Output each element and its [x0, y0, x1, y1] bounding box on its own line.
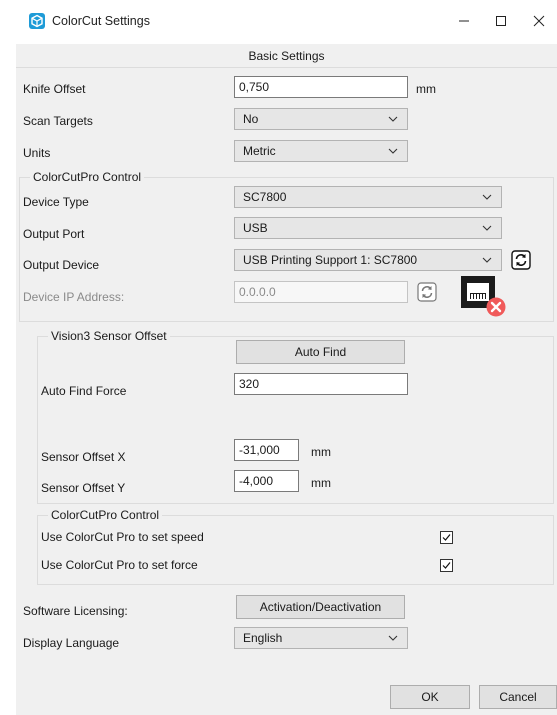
- vision3-sensor-offset-legend: Vision3 Sensor Offset: [48, 329, 170, 343]
- chevron-down-icon: [482, 225, 492, 231]
- chevron-down-icon: [388, 116, 398, 122]
- display-language-value: English: [243, 631, 283, 645]
- chevron-down-icon: [482, 194, 492, 200]
- units-select[interactable]: Metric: [234, 140, 408, 162]
- sensor-offset-x-label: Sensor Offset X: [41, 450, 126, 464]
- device-type-value: SC7800: [243, 190, 287, 204]
- close-icon: [533, 15, 545, 27]
- sensor-offset-y-unit: mm: [311, 476, 331, 490]
- colorcutpro-pro-legend: ColorCutPro Control: [48, 508, 163, 522]
- refresh-ip-icon[interactable]: [416, 281, 438, 303]
- units-label: Units: [23, 146, 51, 160]
- set-speed-checkbox[interactable]: [440, 531, 453, 544]
- app-logo-icon: [29, 13, 45, 29]
- colorcutpro-control-legend: ColorCutPro Control: [30, 170, 145, 184]
- activation-deactivation-button[interactable]: Activation/Deactivation: [236, 595, 405, 619]
- window-title: ColorCut Settings: [52, 14, 150, 28]
- auto-find-button[interactable]: Auto Find: [236, 340, 405, 364]
- device-ip-label: Device IP Address:: [23, 290, 125, 304]
- set-speed-label: Use ColorCut Pro to set speed: [41, 530, 204, 544]
- network-disconnected-icon: [461, 276, 506, 317]
- knife-offset-unit: mm: [416, 82, 436, 96]
- minimize-icon: [459, 20, 469, 22]
- chevron-down-icon: [388, 635, 398, 641]
- sensor-offset-x-unit: mm: [311, 445, 331, 459]
- scan-targets-label: Scan Targets: [23, 114, 93, 128]
- display-language-label: Display Language: [23, 636, 120, 650]
- software-licensing-label: Software Licensing:: [23, 604, 128, 618]
- device-ip-input[interactable]: 0.0.0.0: [234, 281, 408, 303]
- refresh-devices-icon[interactable]: [510, 249, 532, 271]
- set-force-label: Use ColorCut Pro to set force: [41, 558, 198, 572]
- header-divider: [16, 67, 557, 68]
- knife-offset-input[interactable]: 0,750: [234, 76, 408, 98]
- output-device-value: USB Printing Support 1: SC7800: [243, 253, 418, 267]
- ok-button[interactable]: OK: [390, 685, 470, 709]
- output-device-select[interactable]: USB Printing Support 1: SC7800: [234, 249, 502, 271]
- cancel-button[interactable]: Cancel: [479, 685, 557, 709]
- checkmark-icon: [442, 534, 451, 541]
- maximize-icon: [496, 16, 506, 26]
- auto-find-force-label: Auto Find Force: [41, 384, 127, 398]
- units-value: Metric: [243, 144, 276, 158]
- device-type-select[interactable]: SC7800: [234, 186, 502, 208]
- colorcutpro-pro-group: [37, 515, 554, 585]
- sensor-offset-y-input[interactable]: -4,000: [234, 470, 299, 492]
- chevron-down-icon: [388, 148, 398, 154]
- sensor-offset-x-input[interactable]: -31,000: [234, 439, 299, 461]
- maximize-button[interactable]: [484, 6, 518, 36]
- device-type-label: Device Type: [23, 195, 89, 209]
- output-device-label: Output Device: [23, 258, 100, 272]
- output-port-select[interactable]: USB: [234, 217, 502, 239]
- section-title-basic: Basic Settings: [248, 49, 325, 63]
- display-language-select[interactable]: English: [234, 627, 408, 649]
- minimize-button[interactable]: [447, 6, 481, 36]
- chevron-down-icon: [482, 257, 492, 263]
- output-port-value: USB: [243, 221, 268, 235]
- title-bar: ColorCut Settings: [0, 0, 557, 44]
- set-force-checkbox[interactable]: [440, 559, 453, 572]
- scan-targets-select[interactable]: No: [234, 108, 408, 130]
- close-button[interactable]: [522, 6, 556, 36]
- sensor-offset-y-label: Sensor Offset Y: [41, 481, 126, 495]
- output-port-label: Output Port: [23, 227, 85, 241]
- checkmark-icon: [442, 562, 451, 569]
- auto-find-force-input[interactable]: 320: [234, 373, 408, 395]
- scan-targets-value: No: [243, 112, 259, 126]
- knife-offset-label: Knife Offset: [23, 82, 86, 96]
- settings-panel: Basic Settings Knife Offset 0,750 mm Sca…: [16, 44, 557, 715]
